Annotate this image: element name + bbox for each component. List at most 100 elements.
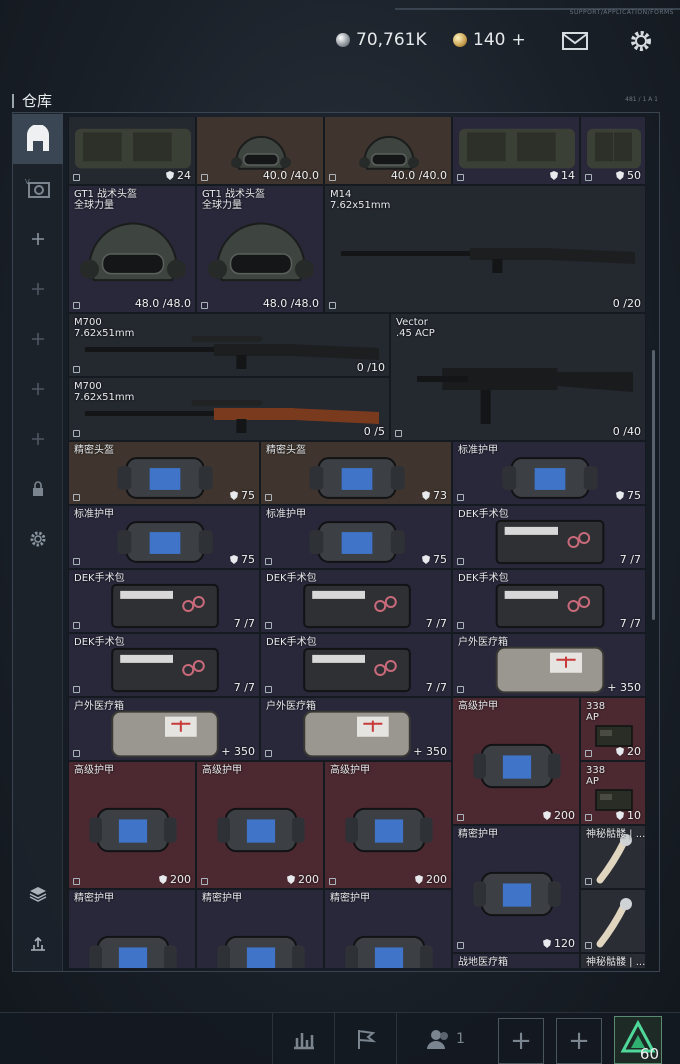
inventory-item[interactable]: DEK手术包 7 /7 xyxy=(452,505,646,569)
item-lock-icon[interactable] xyxy=(73,430,80,437)
item-lock-icon[interactable] xyxy=(265,494,272,501)
sidebar-lock[interactable] xyxy=(13,464,63,514)
inventory-item[interactable]: 338 AP 10 xyxy=(580,761,646,825)
item-lock-icon[interactable] xyxy=(457,494,464,501)
sidebar-sell[interactable] xyxy=(13,919,63,969)
inventory-item[interactable]: 338 AP 20 xyxy=(580,697,646,761)
plus-icon xyxy=(32,433,44,445)
item-lock-icon[interactable] xyxy=(585,174,592,181)
inventory-item[interactable]: DEK手术包 7 /7 xyxy=(260,569,452,633)
gold-currency[interactable]: 140 + xyxy=(453,30,526,50)
gear-icon[interactable] xyxy=(627,28,655,54)
item-lock-icon[interactable] xyxy=(73,686,80,693)
inventory-item[interactable]: DEK手术包 7 /7 xyxy=(68,633,260,697)
inventory-item[interactable]: 高级护甲 200 xyxy=(452,697,580,825)
item-lock-icon[interactable] xyxy=(73,494,80,501)
sidebar-vehicle[interactable]: V xyxy=(13,164,63,214)
sidebar-add-3[interactable] xyxy=(13,314,63,364)
inventory-item[interactable]: M700 7.62x51mm 0 /10 xyxy=(68,313,390,377)
item-lock-icon[interactable] xyxy=(73,302,80,309)
inventory-item[interactable]: 神秘骷髅 | ... xyxy=(580,953,646,968)
stats-button[interactable] xyxy=(272,1013,334,1064)
item-lock-icon[interactable] xyxy=(73,366,80,373)
item-lock-icon[interactable] xyxy=(457,622,464,629)
inventory-item[interactable]: 精密护甲 xyxy=(68,889,196,968)
friends-button[interactable]: 1 xyxy=(396,1013,494,1064)
inventory-item[interactable]: 高级护甲 200 xyxy=(324,761,452,889)
item-lock-icon[interactable] xyxy=(457,942,464,949)
inventory-item[interactable]: DEK手术包 7 /7 xyxy=(68,569,260,633)
item-lock-icon[interactable] xyxy=(329,174,336,181)
item-lock-icon[interactable] xyxy=(201,878,208,885)
inventory-item[interactable]: GT1 战术头盔 全球力量 48.0 /48.0 xyxy=(196,185,324,313)
inventory-item[interactable]: 神秘骷髅 | ... xyxy=(580,825,646,889)
item-lock-icon[interactable] xyxy=(457,686,464,693)
inventory-item[interactable]: 户外医疗箱 + 350 xyxy=(260,697,452,761)
inventory-item[interactable] xyxy=(580,889,646,953)
item-lock-icon[interactable] xyxy=(201,174,208,181)
sidebar-warehouse[interactable] xyxy=(13,114,63,164)
sidebar-add-2[interactable] xyxy=(13,264,63,314)
item-lock-icon[interactable] xyxy=(73,558,80,565)
inventory-item[interactable]: 精密头盔 75 xyxy=(68,441,260,505)
inventory-item[interactable]: 战地医疗箱 xyxy=(452,953,580,968)
item-lock-icon[interactable] xyxy=(585,942,592,949)
inventory-item[interactable]: 40.0 /40.0 xyxy=(196,117,324,185)
inventory-item[interactable]: 高级护甲 200 xyxy=(68,761,196,889)
inventory-item[interactable]: GT1 战术头盔 全球力量 48.0 /48.0 xyxy=(68,185,196,313)
item-lock-icon[interactable] xyxy=(265,750,272,757)
sidebar-add-5[interactable] xyxy=(13,414,63,464)
inventory-item[interactable]: 户外医疗箱 + 350 xyxy=(452,633,646,697)
item-lock-icon[interactable] xyxy=(265,558,272,565)
item-lock-icon[interactable] xyxy=(329,878,336,885)
inventory-item[interactable]: M700 7.62x51mm 0 /5 xyxy=(68,377,390,441)
sidebar-layers[interactable] xyxy=(13,869,63,919)
item-lock-icon[interactable] xyxy=(329,302,336,309)
item-lock-icon[interactable] xyxy=(585,750,592,757)
inventory-item[interactable]: 高级护甲 200 xyxy=(196,761,324,889)
item-name: 精密头盔 xyxy=(266,445,306,456)
inventory-item[interactable]: 精密头盔 73 xyxy=(260,441,452,505)
sidebar-add-1[interactable] xyxy=(13,214,63,264)
mail-icon[interactable] xyxy=(561,28,589,54)
inventory-item[interactable]: DEK手术包 7 /7 xyxy=(260,633,452,697)
item-lock-icon[interactable] xyxy=(265,686,272,693)
flag-button[interactable] xyxy=(334,1013,396,1064)
item-lock-icon[interactable] xyxy=(457,558,464,565)
item-lock-icon[interactable] xyxy=(201,302,208,309)
item-lock-icon[interactable] xyxy=(585,814,592,821)
item-lock-icon[interactable] xyxy=(73,878,80,885)
plus-icon xyxy=(32,333,44,345)
inventory-item[interactable]: 标准护甲 75 xyxy=(452,441,646,505)
inventory-item[interactable]: 精密护甲 xyxy=(324,889,452,968)
inventory-item[interactable]: 14 xyxy=(452,117,580,185)
inventory-item[interactable]: 精密护甲 xyxy=(196,889,324,968)
item-lock-icon[interactable] xyxy=(73,174,80,181)
item-lock-icon[interactable] xyxy=(457,814,464,821)
inventory-item[interactable]: 24 xyxy=(68,117,196,185)
item-name: M700 7.62x51mm xyxy=(74,317,135,339)
inventory-scrollbar[interactable] xyxy=(652,350,655,620)
item-lock-icon[interactable] xyxy=(457,174,464,181)
sidebar-settings[interactable] xyxy=(13,514,63,564)
inventory-item[interactable]: 标准护甲 75 xyxy=(68,505,260,569)
inventory-item[interactable]: 户外医疗箱 + 350 xyxy=(68,697,260,761)
sidebar-add-4[interactable] xyxy=(13,364,63,414)
inventory-item[interactable]: M14 7.62x51mm 0 /20 xyxy=(324,185,646,313)
add-slot-button-1[interactable]: + xyxy=(498,1018,544,1064)
add-slot-button-2[interactable]: + xyxy=(556,1018,602,1064)
inventory-item[interactable]: 标准护甲 75 xyxy=(260,505,452,569)
gold-add-button[interactable]: + xyxy=(511,30,525,50)
inventory-item[interactable]: Vector .45 ACP 0 /40 xyxy=(390,313,646,441)
item-lock-icon[interactable] xyxy=(585,878,592,885)
durability-icon xyxy=(616,747,624,756)
item-lock-icon[interactable] xyxy=(265,622,272,629)
inventory-item[interactable]: DEK手术包 7 /7 xyxy=(452,569,646,633)
item-lock-icon[interactable] xyxy=(73,622,80,629)
item-lock-icon[interactable] xyxy=(73,750,80,757)
inventory-item[interactable]: 精密护甲 120 xyxy=(452,825,580,953)
item-lock-icon[interactable] xyxy=(395,430,402,437)
inventory-item[interactable]: 50 xyxy=(580,117,646,185)
level-badge[interactable]: 60 xyxy=(614,1016,662,1064)
inventory-item[interactable]: 40.0 /40.0 xyxy=(324,117,452,185)
